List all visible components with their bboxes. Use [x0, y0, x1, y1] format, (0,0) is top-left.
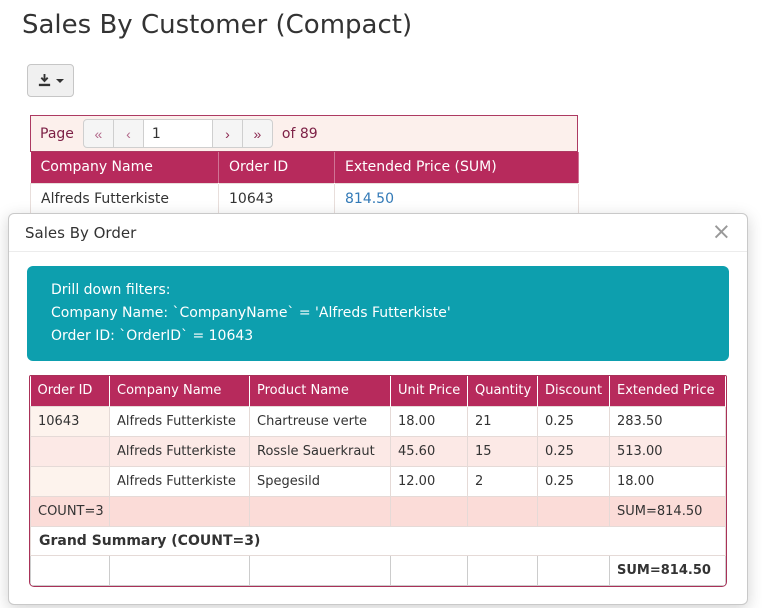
sales-by-order-modal: Sales By Order × Drill down filters: Com…: [8, 213, 748, 605]
drilldown-filters-box: Drill down filters: Company Name: `Compa…: [27, 266, 729, 361]
column-header-discount: Discount: [538, 376, 610, 406]
close-icon[interactable]: ×: [712, 221, 731, 244]
drilldown-filters-heading: Drill down filters:: [51, 279, 705, 302]
page-number-input[interactable]: [143, 119, 213, 148]
customer-row: Alfreds Futterkiste 10643 814.50: [31, 183, 579, 214]
last-page-button[interactable]: »: [242, 119, 273, 148]
group-count-cell: COUNT=3: [31, 496, 110, 526]
order-table: Order ID Company Name Product Name Unit …: [30, 376, 726, 586]
pagination-label: Page: [40, 126, 74, 142]
page-count-label: of 89: [282, 126, 318, 142]
column-header-extended-price: Extended Price: [610, 376, 726, 406]
order-filter-line: Order ID: `OrderID` = 10643: [51, 325, 705, 348]
column-header-unit-price: Unit Price: [391, 376, 468, 406]
customer-company-cell: Alfreds Futterkiste: [31, 183, 219, 214]
column-header-order-id: Order ID: [219, 152, 335, 183]
prev-page-button[interactable]: ‹: [113, 119, 144, 148]
table-row: Alfreds Futterkiste Spegesild 12.00 2 0.…: [31, 466, 726, 496]
next-page-button[interactable]: ›: [212, 119, 243, 148]
grand-summary-total-row: SUM=814.50: [31, 555, 726, 585]
pagination-controls: « ‹ › »: [83, 119, 273, 148]
column-header-company-name: Company Name: [31, 152, 219, 183]
pagination-bar: Page « ‹ › » of 89: [30, 115, 578, 152]
table-row: 10643 Alfreds Futterkiste Chartreuse ver…: [31, 406, 726, 436]
export-button[interactable]: [27, 64, 74, 97]
order-table-container: Order ID Company Name Product Name Unit …: [29, 375, 727, 587]
column-header-quantity: Quantity: [468, 376, 538, 406]
grand-sum-cell: SUM=814.50: [610, 555, 726, 585]
modal-header: Sales By Order ×: [9, 214, 747, 252]
caret-down-icon: [56, 79, 64, 83]
customer-order-id-cell: 10643: [219, 183, 335, 214]
order-table-header: Order ID Company Name Product Name Unit …: [31, 376, 726, 406]
page-title: Sales By Customer (Compact): [22, 10, 412, 40]
group-sum-cell: SUM=814.50: [610, 496, 726, 526]
first-page-button[interactable]: «: [83, 119, 114, 148]
company-filter-line: Company Name: `CompanyName` = 'Alfreds F…: [51, 302, 705, 325]
extended-price-drilldown-link[interactable]: 814.50: [345, 191, 394, 207]
customer-extended-price-cell: 814.50: [335, 183, 579, 214]
customer-table: Company Name Order ID Extended Price (SU…: [30, 152, 579, 220]
column-header-order-id: Order ID: [31, 376, 110, 406]
grand-summary-label-row: Grand Summary (COUNT=3): [31, 526, 726, 555]
column-header-product-name: Product Name: [250, 376, 391, 406]
grand-summary-label: Grand Summary (COUNT=3): [31, 526, 726, 555]
column-header-company-name: Company Name: [110, 376, 250, 406]
group-summary-row: COUNT=3 SUM=814.50: [31, 496, 726, 526]
column-header-extended-price-sum: Extended Price (SUM): [335, 152, 579, 183]
customer-table-header: Company Name Order ID Extended Price (SU…: [31, 152, 579, 183]
table-row: Alfreds Futterkiste Rossle Sauerkraut 45…: [31, 436, 726, 466]
download-icon: [37, 73, 52, 88]
modal-title: Sales By Order: [25, 224, 136, 242]
